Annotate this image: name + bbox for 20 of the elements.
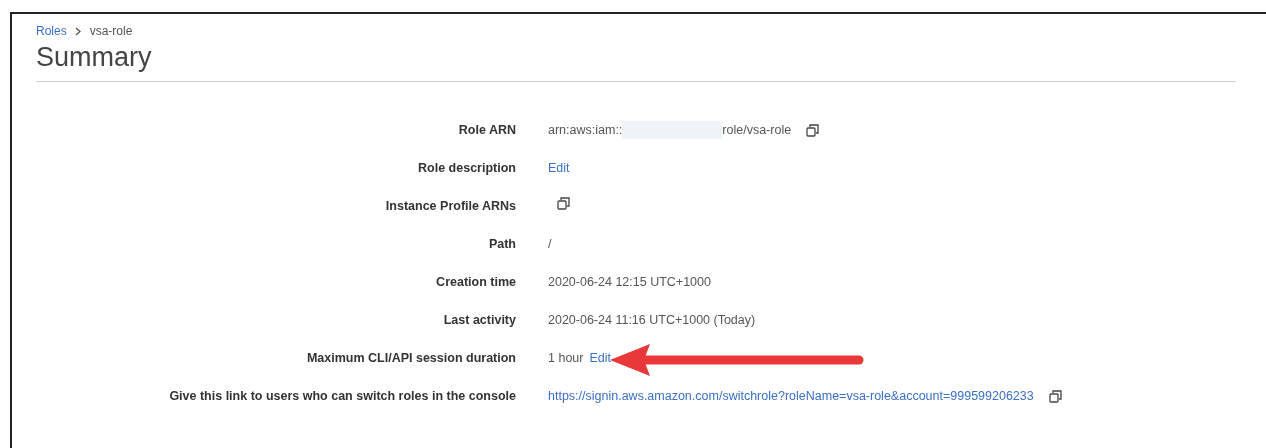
- page-title: Summary: [36, 42, 153, 73]
- edit-link[interactable]: Edit: [589, 348, 611, 368]
- field-value: 2020-06-24 12:15 UTC+1000: [548, 274, 711, 291]
- field-label: Give this link to users who can switch roles in the console: [168, 388, 516, 405]
- edit-link[interactable]: Edit: [548, 158, 570, 178]
- field-value: /: [548, 236, 552, 253]
- field-label: Creation time: [435, 274, 516, 291]
- field-value: 1 hour: [548, 350, 584, 367]
- field-label: Path: [487, 236, 516, 253]
- edit-link[interactable]: https://signin.aws.amazon.com/switchrole?roleName=vsa-role&account=999599206233: [548, 386, 1034, 406]
- field-value: arn:aws:iam::: [548, 122, 623, 139]
- field-label: Maximum CLI/API session duration: [305, 350, 516, 367]
- breadcrumb-link[interactable]: Roles: [36, 24, 67, 38]
- field-value: role/vsa-role: [722, 122, 792, 139]
- field-label: Last activity: [442, 312, 516, 329]
- field-label: Role ARN: [457, 122, 516, 139]
- field-value: 2020-06-24 11:16 UTC+1000 (Today): [548, 312, 756, 329]
- field-label: Role description: [417, 160, 516, 177]
- breadcrumb-current: vsa-role: [89, 24, 133, 38]
- field-label: Instance Profile ARNs: [384, 198, 516, 215]
